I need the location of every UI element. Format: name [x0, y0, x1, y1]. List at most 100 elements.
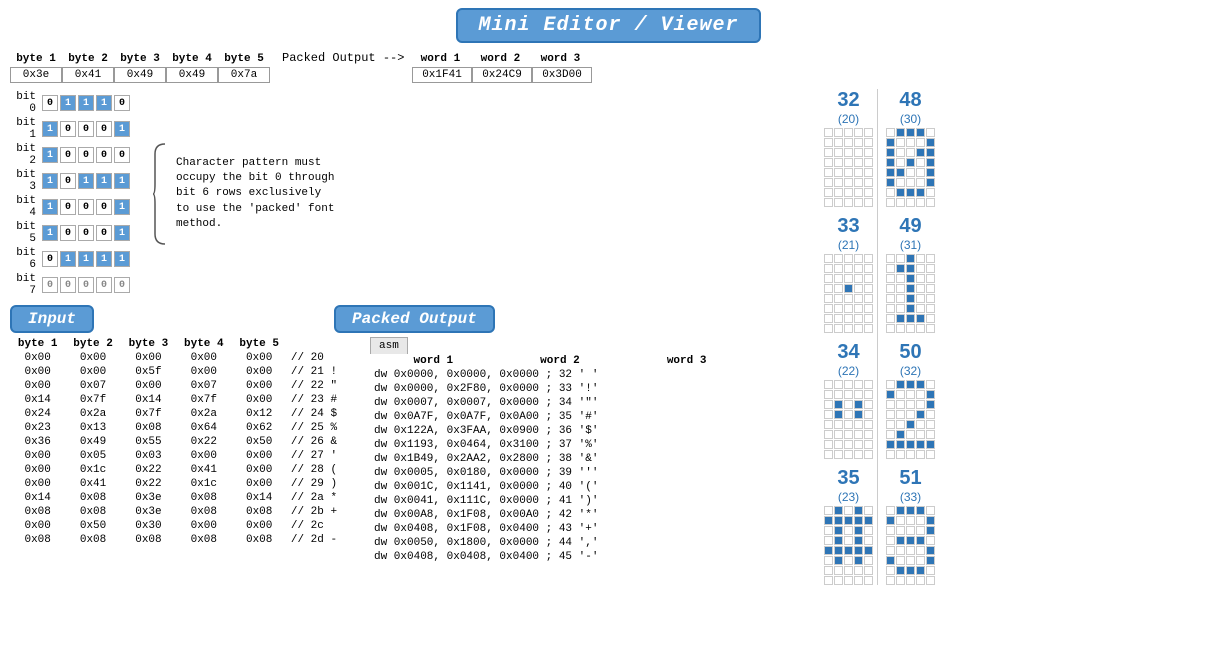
- bit-cell-r6-c4[interactable]: 1: [114, 251, 130, 267]
- bit-cell-r0-c1[interactable]: 1: [60, 95, 76, 111]
- bit-cell-r0-c2[interactable]: 1: [78, 95, 94, 111]
- bit-cell-r4-c2[interactable]: 0: [78, 199, 94, 215]
- bit-cell-r3-c4[interactable]: 1: [114, 173, 130, 189]
- bit-cell-r6-c3[interactable]: 1: [96, 251, 112, 267]
- char-cell-50-r1-c3: [916, 390, 925, 399]
- bit-cell-r1-c0[interactable]: 1: [42, 121, 58, 137]
- bit-cell-r1-c4[interactable]: 1: [114, 121, 130, 137]
- input-cell-r0-c0: 0x00: [10, 351, 65, 365]
- bit-cell-r5-c4[interactable]: 1: [114, 225, 130, 241]
- char-cell-34-r7-c4: [864, 450, 873, 459]
- bit-cell-r7-c1[interactable]: 0: [60, 277, 76, 293]
- bit-cell-r5-c3[interactable]: 0: [96, 225, 112, 241]
- bit-cell-r4-c3[interactable]: 0: [96, 199, 112, 215]
- char-cell-34-r1-c4: [864, 390, 873, 399]
- char-cell-34-r4-c4: [864, 420, 873, 429]
- char-cell-32-r3-c1: [834, 158, 843, 167]
- bit-cell-r7-c3[interactable]: 0: [96, 277, 112, 293]
- bit-cell-r3-c1[interactable]: 0: [60, 173, 76, 189]
- byte5-value[interactable]: 0x7a: [218, 67, 270, 83]
- bit-cell-r0-c0[interactable]: 0: [42, 95, 58, 111]
- char-cell-34-r7-c2: [844, 450, 853, 459]
- bit-cell-r3-c2[interactable]: 1: [78, 173, 94, 189]
- byte2-label: byte 2: [62, 53, 114, 65]
- word-header-row: word 1 word 2 word 3: [410, 53, 590, 65]
- char-cell-33-r2-c4: [864, 274, 873, 283]
- input-cell-r5-c4: 0x62: [232, 421, 287, 435]
- char-item-35: 35(23): [824, 467, 873, 585]
- bit-cell-r5-c2[interactable]: 0: [78, 225, 94, 241]
- left-panel: bit 001110bit 110001bit 210000bit 310111…: [0, 85, 820, 645]
- input-header-5: [287, 337, 350, 351]
- input-table-row: 0x000x000x5f0x000x00// 21 !: [10, 365, 350, 379]
- bit-cell-r6-c1[interactable]: 1: [60, 251, 76, 267]
- bit-cell-r7-c4[interactable]: 0: [114, 277, 130, 293]
- char-cell-51-r2-c2: [906, 526, 915, 535]
- char-cell-35-r6-c2: [844, 566, 853, 575]
- word1-value[interactable]: 0x1F41: [412, 67, 472, 83]
- char-cell-32-r1-c2: [844, 138, 853, 147]
- char-cell-49-r4-c3: [916, 294, 925, 303]
- word3-value[interactable]: 0x3D00: [532, 67, 592, 83]
- char-cell-50-r6-c0: [886, 440, 895, 449]
- input-cell-r5-c1: 0x13: [65, 421, 120, 435]
- char-grid-32: [824, 128, 873, 207]
- char-cell-51-r2-c0: [886, 526, 895, 535]
- char-cell-33-r1-c0: [824, 264, 833, 273]
- char-cell-34-r2-c3: [854, 400, 863, 409]
- bit-cell-r7-c0[interactable]: 0: [42, 277, 58, 293]
- bit-row-label-0: bit 0: [10, 91, 40, 115]
- packed-table-row: dw 0x0000, 0x2F80, 0x0000 ; 33 '!': [370, 382, 750, 396]
- char-cell-48-r7-c2: [906, 198, 915, 207]
- byte3-value[interactable]: 0x49: [114, 67, 166, 83]
- input-cell-r1-c5: // 21 !: [287, 365, 350, 379]
- bit-cell-r5-c1[interactable]: 0: [60, 225, 76, 241]
- bit-cell-r1-c2[interactable]: 0: [78, 121, 94, 137]
- char-cell-49-r5-c3: [916, 304, 925, 313]
- asm-tab[interactable]: asm: [370, 337, 750, 354]
- char-cell-34-r0-c0: [824, 380, 833, 389]
- bit-cell-r2-c2[interactable]: 0: [78, 147, 94, 163]
- bit-cell-r1-c1[interactable]: 0: [60, 121, 76, 137]
- word2-value[interactable]: 0x24C9: [472, 67, 532, 83]
- brace-icon: [150, 139, 170, 249]
- bit-cell-r1-c3[interactable]: 0: [96, 121, 112, 137]
- bit-cell-r2-c4[interactable]: 0: [114, 147, 130, 163]
- byte1-value[interactable]: 0x3e: [10, 67, 62, 83]
- bit-cell-r2-c3[interactable]: 0: [96, 147, 112, 163]
- char-cell-48-r2-c0: [886, 148, 895, 157]
- bit-cell-r6-c2[interactable]: 1: [78, 251, 94, 267]
- input-cell-r12-c5: // 2c: [287, 519, 350, 533]
- bit-cell-r2-c0[interactable]: 1: [42, 147, 58, 163]
- bit-cell-r4-c4[interactable]: 1: [114, 199, 130, 215]
- char-cell-34-r0-c1: [834, 380, 843, 389]
- char-cell-32-r1-c4: [864, 138, 873, 147]
- bit-cell-r7-c2[interactable]: 0: [78, 277, 94, 293]
- annotation-text: Character pattern must occupy the bit 0 …: [176, 156, 336, 233]
- char-item-49: 49(31): [886, 215, 935, 333]
- bit-cell-r0-c3[interactable]: 1: [96, 95, 112, 111]
- char-cell-50-r3-c1: [896, 410, 905, 419]
- char-cell-32-r7-c4: [864, 198, 873, 207]
- bit-cell-r2-c1[interactable]: 0: [60, 147, 76, 163]
- word-values-row: 0x1F41 0x24C9 0x3D00: [412, 67, 592, 83]
- char-cell-50-r1-c1: [896, 390, 905, 399]
- bit-cell-r4-c0[interactable]: 1: [42, 199, 58, 215]
- char-item-33: 33(21): [824, 215, 873, 333]
- char-cell-50-r6-c3: [916, 440, 925, 449]
- bit-cell-r3-c0[interactable]: 1: [42, 173, 58, 189]
- char-cell-51-r3-c2: [906, 536, 915, 545]
- char-cell-34-r6-c2: [844, 440, 853, 449]
- bit-cell-r3-c3[interactable]: 1: [96, 173, 112, 189]
- bit-cell-r4-c1[interactable]: 0: [60, 199, 76, 215]
- char-cell-35-r4-c4: [864, 546, 873, 555]
- bit-cell-r0-c4[interactable]: 0: [114, 95, 130, 111]
- bit-cell-r6-c0[interactable]: 0: [42, 251, 58, 267]
- input-cell-r10-c0: 0x14: [10, 491, 65, 505]
- byte2-value[interactable]: 0x41: [62, 67, 114, 83]
- byte4-value[interactable]: 0x49: [166, 67, 218, 83]
- bit-cell-r5-c0[interactable]: 1: [42, 225, 58, 241]
- char-cell-32-r6-c1: [834, 188, 843, 197]
- char-cell-33-r4-c4: [864, 294, 873, 303]
- byte1-label: byte 1: [10, 53, 62, 65]
